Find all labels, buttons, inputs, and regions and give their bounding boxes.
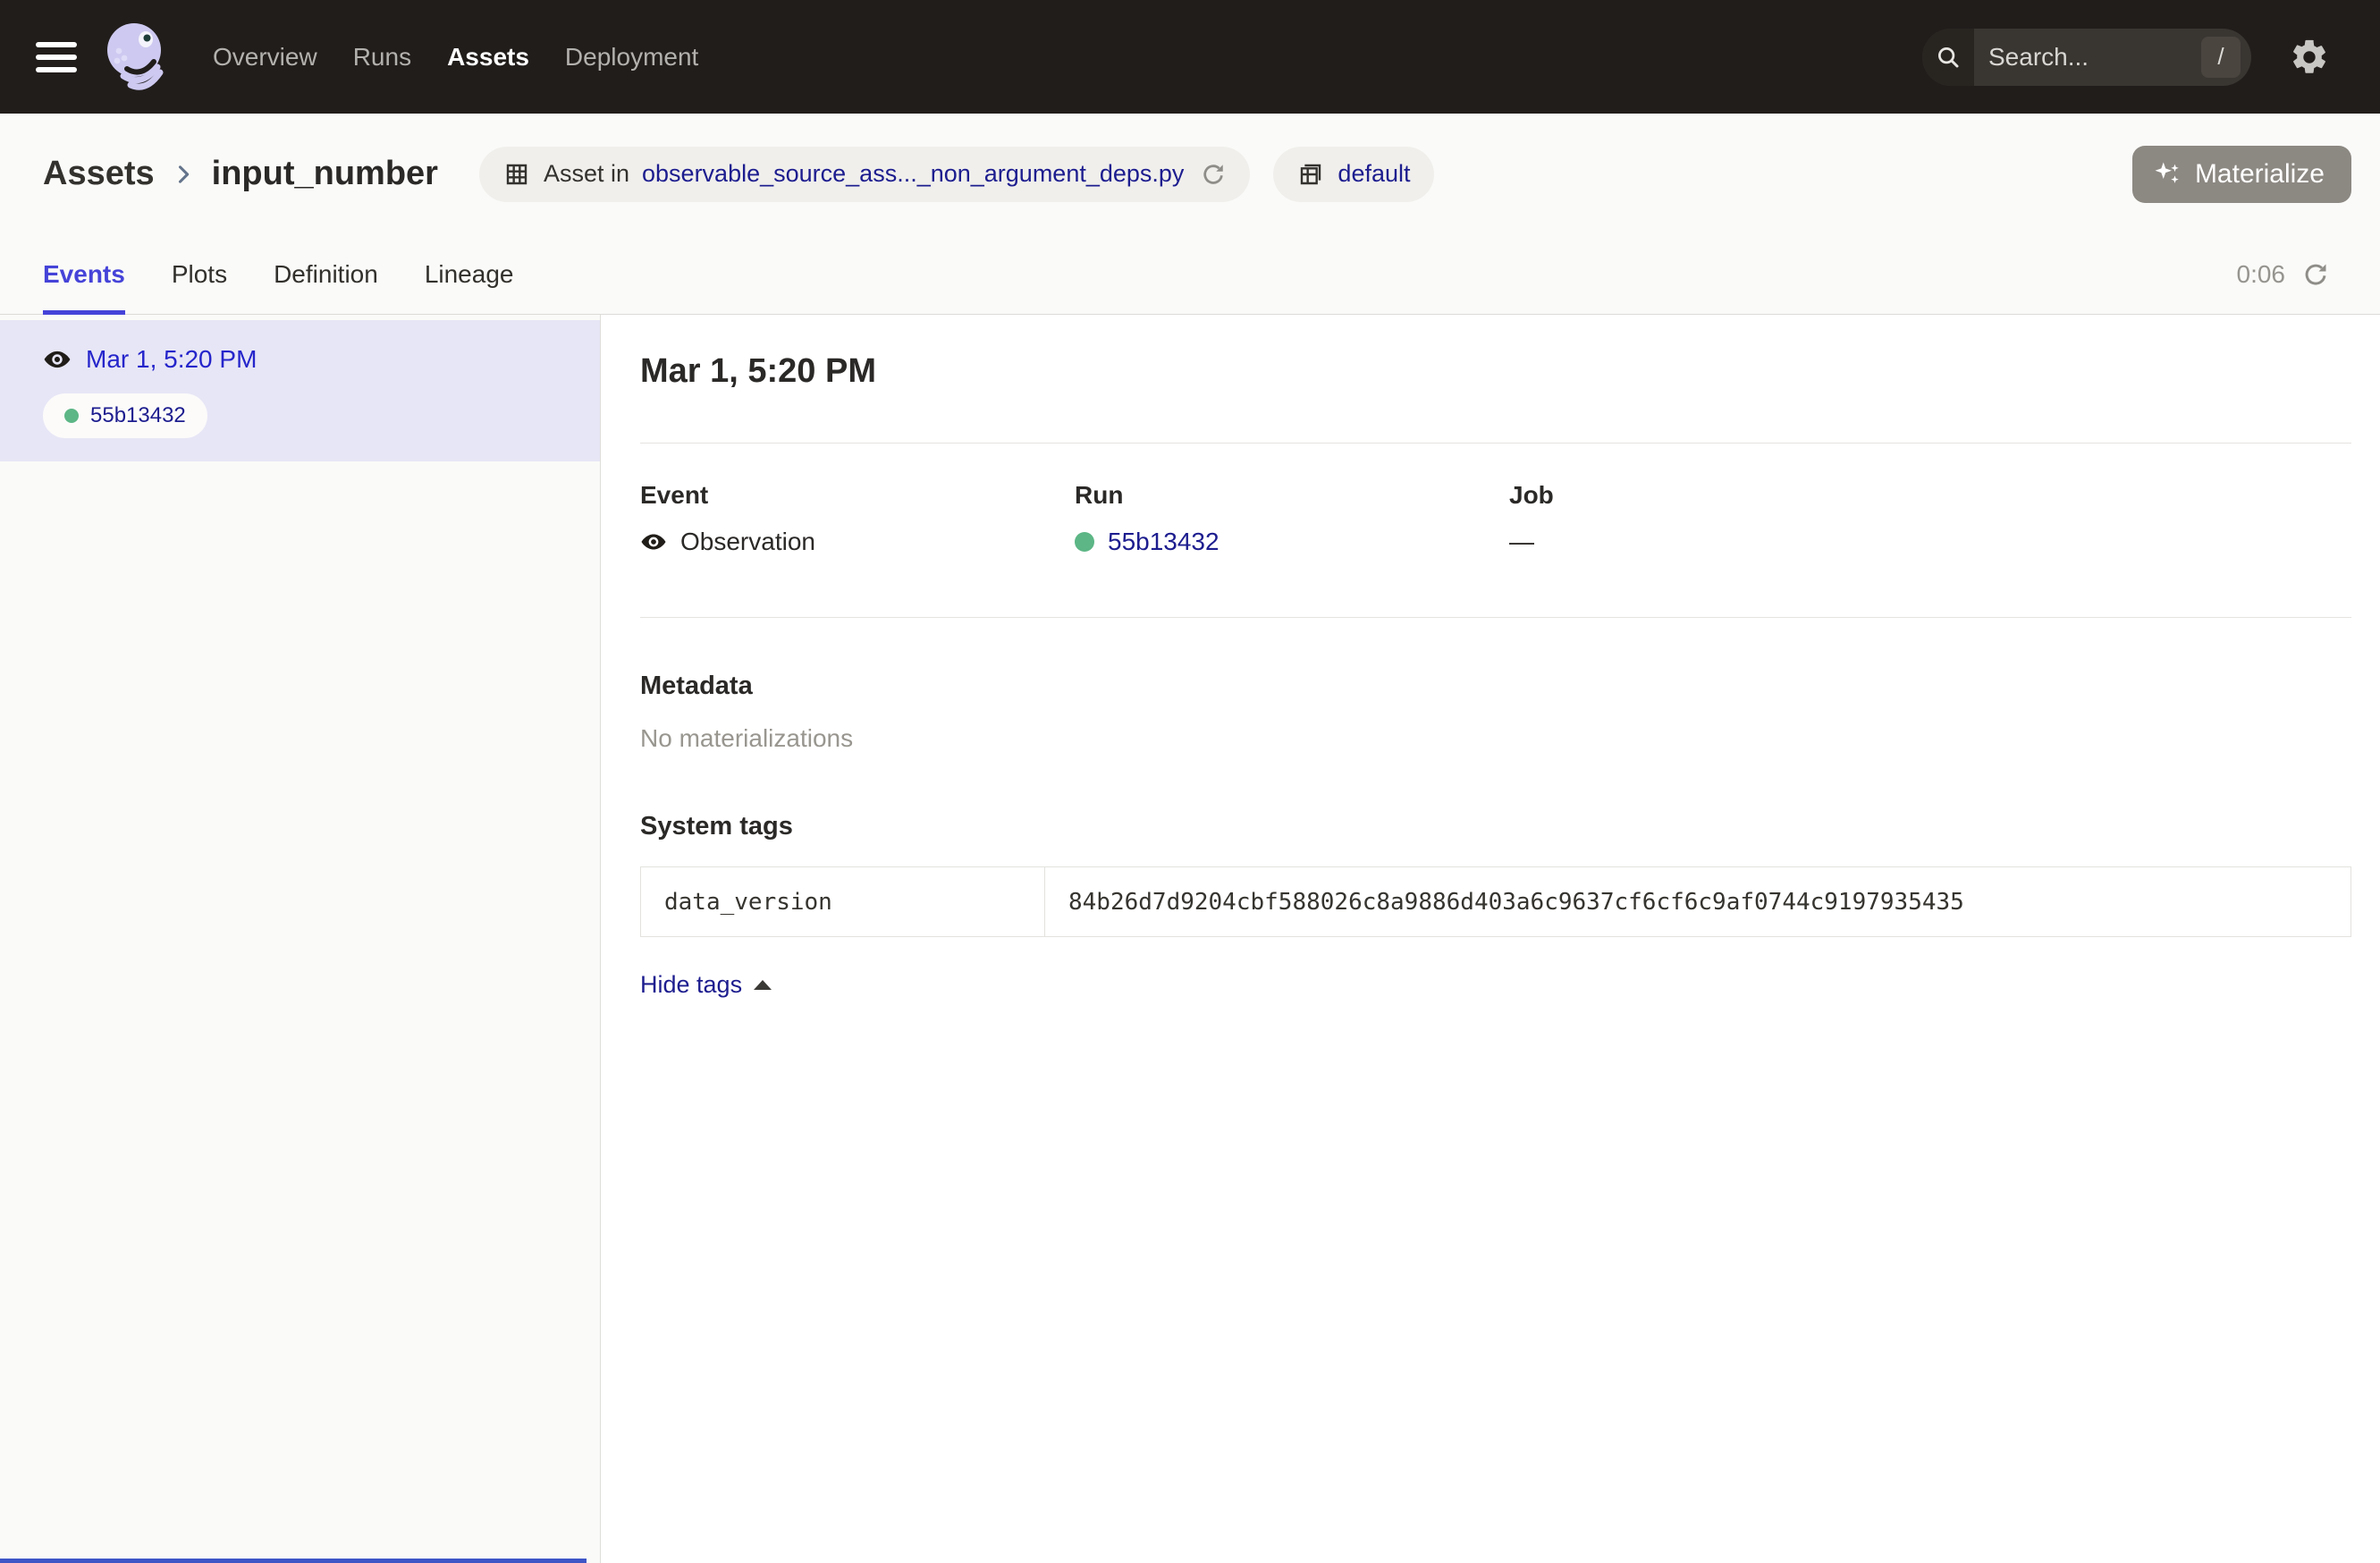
main-nav: Overview Runs Assets Deployment	[213, 43, 698, 72]
metadata-empty-text: No materializations	[640, 724, 2351, 753]
search-input[interactable]	[1974, 43, 2201, 72]
event-detail-title: Mar 1, 5:20 PM	[640, 352, 2351, 391]
run-id-link[interactable]: 55b13432	[1108, 528, 1220, 556]
tag-value-cell: 84b26d7d9204cbf588026c8a9886d403a6c9637c…	[1045, 867, 2351, 937]
job-empty-value: —	[1509, 528, 1534, 556]
materialize-button[interactable]: Materialize	[2132, 146, 2351, 203]
divider	[640, 443, 2351, 444]
nav-item-deployment[interactable]: Deployment	[565, 43, 698, 72]
settings-gear-icon[interactable]	[2289, 37, 2330, 78]
sparkle-icon	[2152, 159, 2182, 190]
repository-icon	[1296, 160, 1325, 189]
metadata-heading: Metadata	[640, 672, 2351, 701]
event-run-id: 55b13432	[90, 403, 186, 428]
asset-tabs: Events Plots Definition Lineage	[43, 234, 513, 314]
chevron-right-icon	[171, 162, 196, 187]
event-detail-panel: Mar 1, 5:20 PM Event Observation Run 55b…	[601, 315, 2380, 1563]
asset-definition-file-link[interactable]: observable_source_ass..._non_argument_de…	[642, 160, 1184, 188]
event-timestamp[interactable]: Mar 1, 5:20 PM	[86, 345, 257, 374]
asset-origin-pill: Asset in observable_source_ass..._non_ar…	[479, 147, 1250, 202]
event-summary-columns: Event Observation Run 55b13432 Job	[640, 481, 2351, 556]
asset-origin-prefix: Asset in	[544, 160, 629, 188]
tab-definition[interactable]: Definition	[274, 234, 378, 314]
table-row: data_version 84b26d7d9204cbf588026c8a988…	[641, 867, 2351, 937]
top-navigation-bar: Overview Runs Assets Deployment /	[0, 0, 2380, 114]
run-column: Run 55b13432	[1075, 481, 1509, 556]
system-tags-table: data_version 84b26d7d9204cbf588026c8a988…	[640, 866, 2351, 937]
search-shortcut-badge: /	[2201, 37, 2241, 78]
event-type-value: Observation	[680, 528, 815, 556]
observation-eye-icon	[640, 528, 667, 555]
tab-lineage[interactable]: Lineage	[425, 234, 514, 314]
repository-pill: default	[1273, 147, 1433, 202]
event-run-chip[interactable]: 55b13432	[43, 393, 207, 438]
run-column-label: Run	[1075, 481, 1509, 510]
caret-up-icon	[754, 980, 772, 990]
reload-definitions-icon[interactable]	[1200, 161, 1227, 188]
dagster-logo	[104, 21, 168, 94]
nav-item-overview[interactable]: Overview	[213, 43, 317, 72]
search-icon	[1922, 29, 1974, 86]
bottom-scroll-indicator	[0, 1559, 587, 1563]
observation-eye-icon	[43, 345, 72, 374]
tab-events[interactable]: Events	[43, 234, 125, 314]
divider	[640, 617, 2351, 618]
event-list-item-selected[interactable]: Mar 1, 5:20 PM 55b13432	[0, 320, 600, 461]
breadcrumb-assets-link[interactable]: Assets	[43, 155, 155, 193]
events-content: Mar 1, 5:20 PM 55b13432 Mar 1, 5:20 PM E…	[0, 315, 2380, 1563]
nav-item-assets[interactable]: Assets	[447, 43, 529, 72]
global-search[interactable]: /	[1922, 29, 2251, 86]
menu-icon[interactable]	[36, 42, 77, 72]
nav-item-runs[interactable]: Runs	[353, 43, 411, 72]
tab-plots[interactable]: Plots	[172, 234, 227, 314]
repository-default-link[interactable]: default	[1338, 160, 1410, 188]
asset-tabs-bar: Events Plots Definition Lineage 0:06	[0, 234, 2380, 315]
refresh-countdown: 0:06	[2237, 260, 2286, 289]
run-status-dot	[1075, 532, 1094, 552]
event-column: Event Observation	[640, 481, 1075, 556]
system-tags-heading: System tags	[640, 812, 2351, 841]
asset-header: Assets input_number Asset in observable_…	[0, 114, 2380, 234]
refresh-icon[interactable]	[2301, 260, 2330, 289]
hide-tags-label: Hide tags	[640, 971, 742, 999]
page-title: input_number	[212, 155, 438, 193]
job-column-label: Job	[1509, 481, 2351, 510]
tag-key-cell: data_version	[641, 867, 1045, 937]
asset-grid-icon	[502, 160, 531, 189]
hide-tags-link[interactable]: Hide tags	[640, 971, 772, 999]
event-list-sidebar: Mar 1, 5:20 PM 55b13432	[0, 315, 601, 1563]
event-column-label: Event	[640, 481, 1075, 510]
materialize-label: Materialize	[2195, 159, 2325, 190]
job-column: Job —	[1509, 481, 2351, 556]
run-status-dot	[64, 409, 79, 423]
